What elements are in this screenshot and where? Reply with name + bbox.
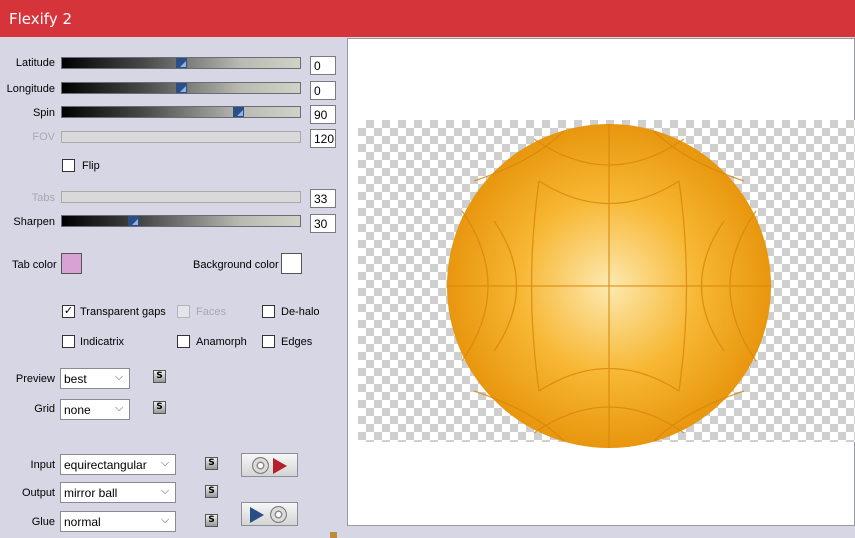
spin-slider[interactable] <box>61 106 301 118</box>
glue-select[interactable]: normal ⌵ <box>60 511 176 532</box>
fov-value: 120 <box>310 129 336 148</box>
longitude-label: Longitude <box>6 83 55 95</box>
spin-slider-thumb[interactable] <box>233 107 245 117</box>
sharpen-slider[interactable] <box>61 215 301 227</box>
play-icon <box>273 458 287 474</box>
grid-label: Grid <box>34 403 55 415</box>
preview-label: Preview <box>15 373 55 385</box>
chevron-down-icon: ⌵ <box>158 457 172 472</box>
disc-icon <box>252 457 269 474</box>
faces-checkbox <box>177 305 190 318</box>
longitude-value[interactable]: 0 <box>310 81 336 100</box>
grid-select-value: none <box>64 403 91 417</box>
preview-canvas[interactable] <box>347 38 855 526</box>
longitude-slider-thumb[interactable] <box>176 83 187 93</box>
de-halo-label: De-halo <box>281 306 320 318</box>
edges-checkbox[interactable] <box>262 335 275 348</box>
tab-color-swatch[interactable] <box>61 253 82 274</box>
output-s-button[interactable]: S <box>205 485 218 498</box>
background-color-swatch[interactable] <box>281 253 302 274</box>
input-label: Input <box>30 459 55 471</box>
faces-label: Faces <box>196 306 226 318</box>
sharpen-value[interactable]: 30 <box>310 214 336 233</box>
fov-label: FOV <box>32 131 55 143</box>
indicatrix-checkbox[interactable] <box>62 335 75 348</box>
tabs-label: Tabs <box>31 192 55 204</box>
chevron-down-icon: ⌵ <box>160 485 170 497</box>
glue-s-button[interactable]: S <box>205 514 218 527</box>
indicatrix-label: Indicatrix <box>80 336 125 348</box>
check-icon: ✓ <box>63 305 74 317</box>
chevron-down-icon: ⌵ <box>114 402 124 414</box>
latitude-value[interactable]: 0 <box>310 56 336 75</box>
preview-select-value: best <box>64 372 87 386</box>
input-preview-button[interactable] <box>241 453 298 477</box>
anamorph-label: Anamorph <box>196 336 247 348</box>
de-halo-checkbox[interactable] <box>262 305 275 318</box>
window-title: Flexify 2 <box>9 10 73 28</box>
latitude-label: Latitude <box>15 57 55 69</box>
spin-label: Spin <box>32 107 55 119</box>
longitude-slider[interactable] <box>61 82 301 94</box>
output-select[interactable]: mirror ball ⌵ <box>60 482 176 503</box>
output-preview-button[interactable] <box>241 502 298 526</box>
flip-label: Flip <box>82 160 100 172</box>
tabs-value: 33 <box>310 189 336 208</box>
glue-label: Glue <box>31 516 55 528</box>
grid-select[interactable]: none ⌵ <box>60 399 130 420</box>
output-label: Output <box>21 487 55 499</box>
mirror-ball-preview <box>447 124 771 448</box>
play-icon <box>250 507 264 523</box>
background-color-label: Background color <box>193 259 279 271</box>
tab-color-label: Tab color <box>12 259 57 271</box>
grid-s-button[interactable]: S <box>153 401 166 414</box>
ball-segments <box>447 124 771 448</box>
sharpen-slider-thumb[interactable] <box>128 216 140 226</box>
preview-select[interactable]: best ⌵ <box>60 368 130 389</box>
fov-slider <box>61 131 301 143</box>
tabs-slider <box>61 191 301 203</box>
edges-label: Edges <box>281 336 313 348</box>
transparent-gaps-checkbox[interactable]: ✓ <box>62 305 75 318</box>
preview-s-button[interactable]: S <box>153 370 166 383</box>
input-s-button[interactable]: S <box>205 457 218 470</box>
resize-handle[interactable] <box>330 532 337 538</box>
input-select-value: equirectangular <box>64 458 147 472</box>
chevron-down-icon: ⌵ <box>114 371 124 383</box>
anamorph-checkbox[interactable] <box>177 335 190 348</box>
chevron-down-icon: ⌵ <box>160 514 170 526</box>
preview-pane <box>347 37 855 538</box>
output-select-value: mirror ball <box>64 486 118 500</box>
sharpen-label: Sharpen <box>13 216 55 228</box>
latitude-slider[interactable] <box>61 57 301 69</box>
disc-icon <box>270 506 287 523</box>
title-bar: Flexify 2 <box>0 0 855 37</box>
flip-checkbox[interactable] <box>62 159 75 172</box>
latitude-slider-thumb[interactable] <box>176 58 187 68</box>
input-select[interactable]: equirectangular ⌵ <box>60 454 176 475</box>
transparent-gaps-label: Transparent gaps <box>80 306 166 318</box>
settings-panel: Latitude 0 Longitude 0 Spin 90 FOV 120 F… <box>0 37 347 538</box>
spin-value[interactable]: 90 <box>310 105 336 124</box>
glue-select-value: normal <box>64 515 101 529</box>
